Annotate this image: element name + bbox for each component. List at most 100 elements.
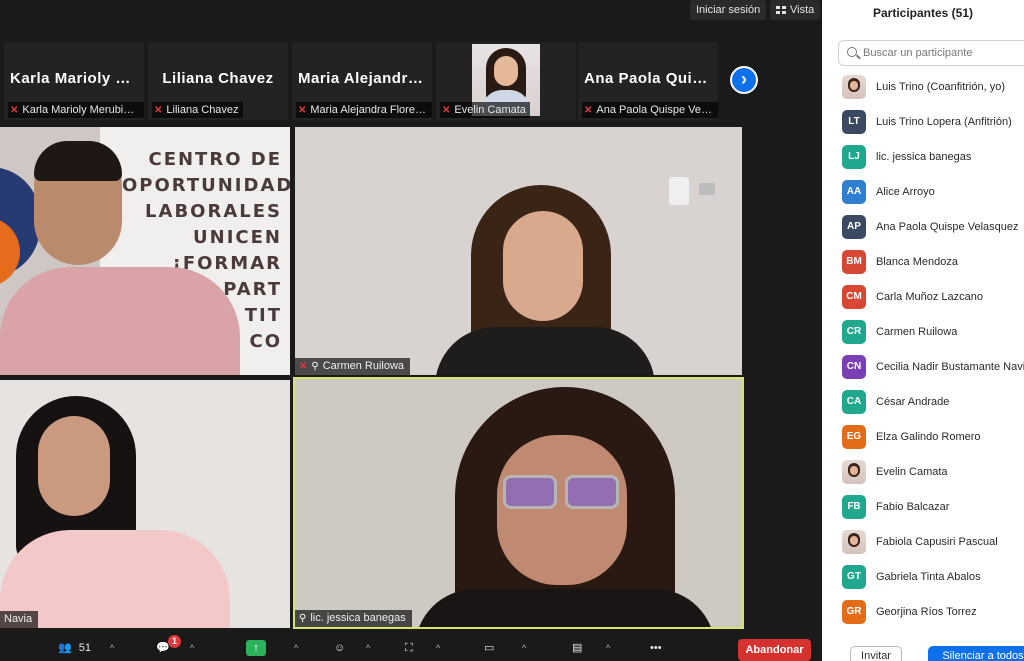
video-name-label: Navia: [0, 611, 39, 628]
avatar: CM: [842, 285, 866, 309]
thumbnail-name-label: ✕ Karla Marioly Merubia ...: [8, 102, 144, 118]
invite-button[interactable]: Invitar: [850, 646, 902, 661]
thumbnail-tile[interactable]: ✕ Evelin Camata: [436, 42, 576, 120]
chat-unread-badge: 1: [168, 635, 181, 648]
mute-all-button[interactable]: Silenciar a todos: [928, 646, 1024, 661]
thumbnail-name-label: ✕ Evelin Camata: [440, 102, 530, 118]
video-tile[interactable]: ✕ ⚲ Carmen Ruilowa: [295, 127, 742, 375]
participants-options-caret[interactable]: ^: [110, 638, 114, 658]
participant-row[interactable]: CN Cecilia Nadir Bustamante Navia: [822, 350, 1024, 385]
reactions-button[interactable]: ☺: [334, 638, 345, 658]
participant-name: Fabio Balcazar: [876, 501, 950, 513]
participant-name: Evelin Camata: [876, 466, 948, 478]
participant-row[interactable]: CM Carla Muñoz Lazcano: [822, 280, 1024, 315]
avatar: FB: [842, 495, 866, 519]
participant-body: [435, 327, 655, 375]
thumbnail-label-text: Maria Alejandra Flores...: [310, 104, 430, 116]
mic-muted-icon: ✕: [299, 361, 308, 372]
notes-options-caret[interactable]: ^: [606, 638, 610, 658]
participant-row[interactable]: FB Fabio Balcazar: [822, 490, 1024, 525]
avatar: [842, 460, 866, 484]
grid-view-icon: [776, 6, 786, 14]
apps-icon: ⛶: [405, 642, 413, 654]
participant-row[interactable]: CR Carmen Ruilowa: [822, 315, 1024, 350]
participant-row[interactable]: LJ lic. jessica banegas: [822, 140, 1024, 175]
sign-in-button[interactable]: Iniciar sesión: [690, 0, 767, 20]
participant-name: Gabriela Tinta Abalos: [876, 571, 981, 583]
participant-row[interactable]: AP Ana Paola Quispe Velasquez: [822, 210, 1024, 245]
panel-title: Participantes (51): [872, 6, 974, 20]
participant-name: Blanca Mendoza: [876, 256, 958, 268]
thumbnail-tile[interactable]: Karla Marioly M... ✕ Karla Marioly Merubi…: [4, 42, 144, 120]
wall-switch: [669, 177, 689, 205]
avatar: LT: [842, 110, 866, 134]
active-speaker-video-tile[interactable]: ⚲ lic. jessica banegas: [293, 377, 744, 629]
participant-row[interactable]: GT Gabriela Tinta Abalos: [822, 560, 1024, 595]
participant-name: Cecilia Nadir Bustamante Navia: [876, 361, 1024, 373]
thumbnail-tile[interactable]: Liliana Chavez ✕ Liliana Chavez: [148, 42, 288, 120]
participant-face: [38, 416, 110, 516]
avatar: BM: [842, 250, 866, 274]
participant-name: César Andrade: [876, 396, 950, 408]
more-icon: •••: [650, 642, 662, 654]
avatar: EG: [842, 425, 866, 449]
thumbnail-label-text: Liliana Chavez: [166, 104, 239, 116]
apps-options-caret[interactable]: ^: [436, 638, 440, 658]
participant-face: [497, 435, 627, 585]
pin-icon: ⚲: [299, 613, 307, 624]
share-options-caret[interactable]: ^: [294, 638, 298, 658]
wall-outlet: [699, 183, 715, 195]
whiteboard-options-caret[interactable]: ^: [522, 638, 526, 658]
reactions-options-caret[interactable]: ^: [366, 638, 370, 658]
zoom-meeting-window: Iniciar sesión Vista Karla Marioly M... …: [0, 0, 1024, 661]
participant-row[interactable]: Luis Trino (Coanfitrión, yo): [822, 70, 1024, 105]
thumbnail-label-text: Karla Marioly Merubia ...: [22, 104, 142, 116]
participant-row[interactable]: EG Elza Galindo Romero: [822, 420, 1024, 455]
video-label-text: lic. jessica banegas: [310, 612, 406, 624]
participants-button[interactable]: 👥 51: [58, 638, 91, 658]
share-screen-button[interactable]: ↑: [246, 640, 266, 660]
participant-row[interactable]: Fabiola Capusiri Pascual: [822, 525, 1024, 560]
search-icon: [847, 47, 857, 57]
chat-options-caret[interactable]: ^: [190, 638, 194, 658]
participant-row[interactable]: GR Georjina Ríos Torrez: [822, 595, 1024, 630]
more-button[interactable]: •••: [650, 638, 662, 658]
apps-button[interactable]: ⛶: [405, 638, 413, 658]
notes-icon: ▤: [572, 642, 583, 654]
participant-row[interactable]: LT Luis Trino Lopera (Anfitrión): [822, 105, 1024, 140]
participant-row[interactable]: AA Alice Arroyo: [822, 175, 1024, 210]
video-tile[interactable]: Navia: [0, 380, 290, 628]
video-label-text: Navia: [4, 613, 33, 625]
next-page-button[interactable]: ›: [730, 66, 758, 94]
participant-name: Luis Trino (Coanfitrión, yo): [876, 81, 1005, 93]
share-screen-icon: ↑: [246, 640, 266, 656]
participant-row[interactable]: CA César Andrade: [822, 385, 1024, 420]
participant-search-input[interactable]: Buscar un participante: [838, 40, 1024, 66]
participant-row[interactable]: BM Blanca Mendoza: [822, 245, 1024, 280]
avatar: AA: [842, 180, 866, 204]
pin-icon: ⚲: [311, 361, 319, 372]
participant-name: Alice Arroyo: [876, 186, 935, 198]
avatar: GT: [842, 565, 866, 589]
video-tile[interactable]: CENTRO DE OPORTUNIDAD LABORALES UNICEN ¡…: [0, 127, 290, 375]
view-button[interactable]: Vista: [770, 0, 821, 20]
leave-meeting-button[interactable]: Abandonar: [738, 639, 811, 661]
avatar: [842, 75, 866, 99]
participant-row[interactable]: Evelin Camata: [822, 455, 1024, 490]
panel-footer: Invitar Silenciar a todos: [822, 640, 1024, 661]
thumbnail-tile[interactable]: Ana Paola Quis... ✕ Ana Paola Quispe Vela…: [578, 42, 718, 120]
meeting-controls-toolbar: 👥 51 ^ 💬 1 ^ ↑ ^ ☺ ^ ⛶ ^ ▭ ^ ▤ ^ ••• Aba…: [0, 634, 822, 661]
participant-name: Elza Galindo Romero: [876, 431, 981, 443]
whiteboard-button[interactable]: ▭: [484, 638, 494, 658]
participants-panel: Participantes (51) Buscar un participant…: [822, 0, 1024, 661]
thumbnail-tile[interactable]: Maria Alejandra... ✕ Maria Alejandra Flor…: [292, 42, 432, 120]
avatar: CN: [842, 355, 866, 379]
mic-muted-icon: ✕: [154, 105, 163, 116]
notes-button[interactable]: ▤: [572, 638, 582, 658]
thumbnail-name-label: ✕ Ana Paola Quispe Vela...: [582, 102, 718, 118]
search-placeholder: Buscar un participante: [863, 47, 973, 59]
participant-body: [0, 267, 240, 375]
thumbnail-name-label: ✕ Maria Alejandra Flores...: [296, 102, 432, 118]
participant-name: Luis Trino Lopera (Anfitrión): [876, 116, 1012, 128]
avatar: LJ: [842, 145, 866, 169]
